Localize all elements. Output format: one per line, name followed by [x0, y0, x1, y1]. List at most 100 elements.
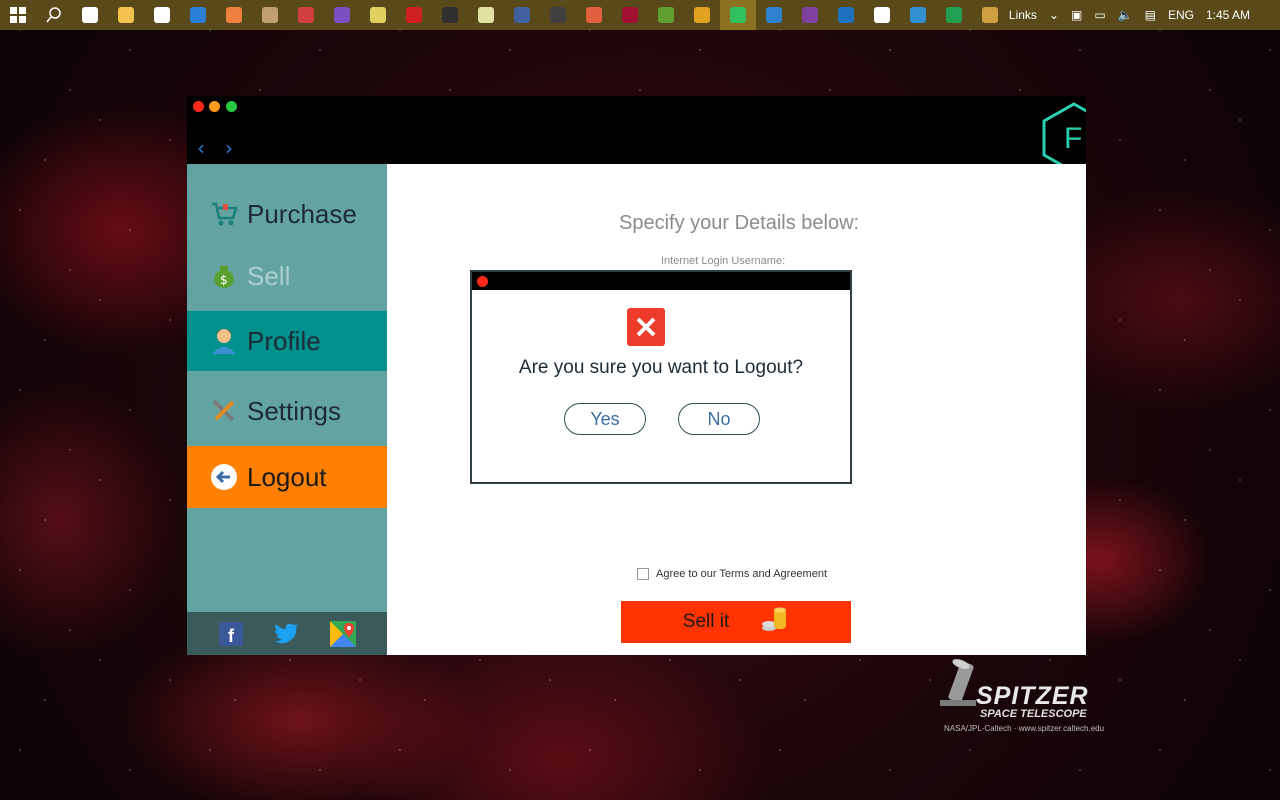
taskbar-app-button[interactable]	[900, 0, 936, 30]
taskbar-app-button[interactable]	[432, 0, 468, 30]
dialog-message: Are you sure you want to Logout?	[518, 357, 804, 378]
taskbar-app-button[interactable]	[972, 0, 1008, 30]
taskbar-app-button[interactable]	[864, 0, 900, 30]
app-icon	[550, 7, 566, 23]
taskbar-app-button[interactable]	[720, 0, 756, 30]
links-toolbar[interactable]: Links	[1009, 8, 1037, 22]
search-button[interactable]	[36, 0, 72, 30]
taskbar-app-button[interactable]	[288, 0, 324, 30]
clock[interactable]: 1:45 AM	[1206, 8, 1250, 22]
spitzer-subtitle: SPACE TELESCOPE	[980, 708, 1087, 720]
title-bar: ‹ › F	[187, 96, 1086, 164]
maximize-window-button[interactable]	[226, 101, 237, 112]
start-button[interactable]	[0, 0, 36, 30]
sidebar: Purchase $ Sell Profile Settings Logout	[187, 164, 387, 655]
taskbar-app-button[interactable]	[72, 0, 108, 30]
yes-button[interactable]: Yes	[564, 403, 646, 435]
dialog-title-bar	[472, 272, 850, 290]
forward-arrow-icon[interactable]: ›	[225, 138, 233, 158]
maps-icon[interactable]	[330, 620, 356, 647]
taskbar-app-button[interactable]	[936, 0, 972, 30]
terms-checkbox[interactable]	[637, 568, 649, 580]
back-arrow-icon[interactable]: ‹	[197, 138, 205, 158]
sidebar-item-label: Logout	[247, 461, 327, 492]
system-tray: Links ⌄ ▣ ▭ 🔈 ▤ ENG 1:45 AM	[1009, 0, 1280, 30]
app-logo: F	[1042, 102, 1086, 164]
username-label: Internet Login Username:	[661, 255, 786, 267]
terms-label: Agree to our Terms and Agreement	[656, 568, 828, 580]
taskbar-app-button[interactable]	[828, 0, 864, 30]
twitter-icon[interactable]	[274, 621, 300, 647]
app-icon	[910, 7, 926, 23]
file-explorer-icon	[118, 7, 134, 23]
battery-icon[interactable]: ▭	[1094, 8, 1105, 22]
taskbar-app-button[interactable]	[108, 0, 144, 30]
network-icon[interactable]: ▣	[1071, 8, 1082, 22]
notepad-icon	[478, 7, 494, 23]
search-icon	[46, 7, 61, 23]
svg-text:f: f	[228, 626, 235, 646]
taskbar-app-button[interactable]	[360, 0, 396, 30]
cart-icon	[209, 199, 239, 229]
taskbar-app-button[interactable]	[684, 0, 720, 30]
sidebar-item-sell[interactable]: $ Sell	[187, 246, 387, 306]
app-icon	[370, 7, 386, 23]
visual-studio-icon	[334, 7, 350, 23]
app-icon	[262, 7, 278, 23]
taskbar: Links ⌄ ▣ ▭ 🔈 ▤ ENG 1:45 AM	[0, 0, 1280, 30]
windows-logo-icon	[10, 7, 26, 23]
chevron-down-icon[interactable]: ⌄	[1049, 8, 1059, 22]
spitzer-watermark: SPITZER SPACE TELESCOPE NASA/JPL-Caltech…	[940, 659, 1120, 736]
taskbar-app-button[interactable]	[396, 0, 432, 30]
taskbar-app-button[interactable]	[576, 0, 612, 30]
facebook-icon[interactable]: f	[218, 621, 244, 647]
app-icon	[766, 7, 782, 23]
spitzer-credit: NASA/JPL-Caltech · www.spitzer.caltech.e…	[944, 724, 1105, 733]
logout-icon	[209, 462, 239, 492]
logo-letter: F	[1064, 122, 1082, 155]
cmd-icon	[442, 7, 458, 23]
sidebar-item-label: Profile	[247, 325, 321, 356]
taskbar-app-button[interactable]	[144, 0, 180, 30]
app-icon	[694, 7, 710, 23]
notification-icon[interactable]: ▤	[1145, 8, 1156, 22]
taskbar-app-button[interactable]	[648, 0, 684, 30]
app-icon	[658, 7, 674, 23]
app-icon	[982, 7, 998, 23]
calculator-icon	[874, 7, 890, 23]
taskbar-app-button[interactable]	[468, 0, 504, 30]
taskbar-apps	[72, 0, 1008, 30]
user-icon	[209, 326, 239, 356]
edge-icon	[190, 7, 206, 23]
app-icon	[730, 7, 746, 23]
taskbar-app-button[interactable]	[792, 0, 828, 30]
volume-icon[interactable]: 🔈	[1118, 8, 1133, 22]
language-indicator[interactable]: ENG	[1168, 8, 1194, 22]
terms-agreement: Agree to our Terms and Agreement	[637, 568, 827, 580]
taskbar-app-button[interactable]	[756, 0, 792, 30]
close-window-button[interactable]	[193, 101, 204, 112]
minimize-window-button[interactable]	[209, 101, 220, 112]
sidebar-item-purchase[interactable]: Purchase	[187, 184, 387, 244]
sell-it-button[interactable]: Sell it	[621, 601, 851, 643]
taskbar-app-button[interactable]	[540, 0, 576, 30]
taskbar-app-button[interactable]	[180, 0, 216, 30]
filezilla-icon	[406, 7, 422, 23]
taskbar-app-button[interactable]	[324, 0, 360, 30]
taskbar-app-button[interactable]	[216, 0, 252, 30]
sidebar-item-profile[interactable]: Profile	[187, 311, 387, 371]
sidebar-item-logout[interactable]: Logout	[187, 446, 387, 508]
taskbar-app-button[interactable]	[504, 0, 540, 30]
money-bag-icon: $	[209, 261, 239, 291]
no-button[interactable]: No	[678, 403, 760, 435]
social-links: f	[187, 612, 387, 655]
taskbar-app-button[interactable]	[252, 0, 288, 30]
taskbar-app-button[interactable]	[612, 0, 648, 30]
app-icon	[586, 7, 602, 23]
error-icon	[627, 308, 665, 346]
sidebar-item-settings[interactable]: Settings	[187, 381, 387, 441]
sidebar-item-label: Sell	[247, 260, 291, 291]
logout-dialog: Are you sure you want to Logout? Yes No	[470, 270, 852, 484]
dialog-close-button[interactable]	[477, 276, 488, 287]
store-icon	[154, 7, 170, 23]
